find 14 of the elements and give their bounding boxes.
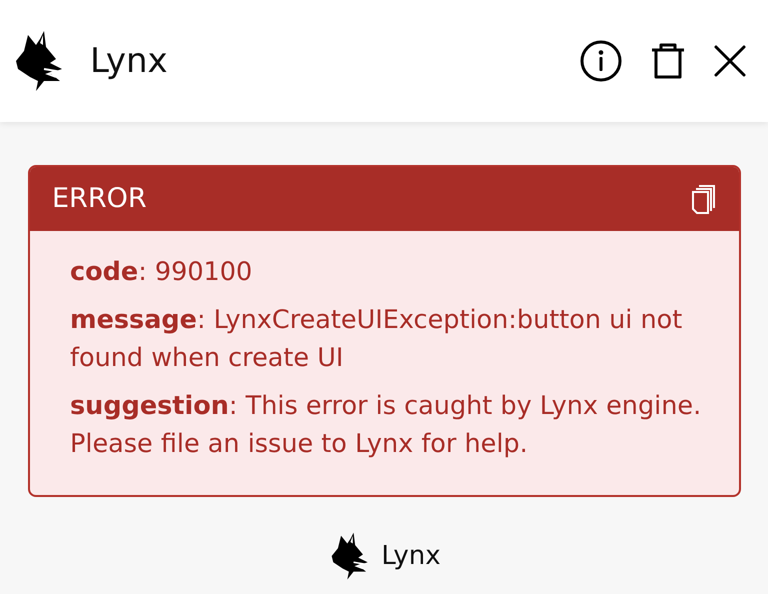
error-heading: ERROR <box>52 182 147 216</box>
error-detail: code: 990100 <box>70 256 254 289</box>
error-detail: message: LynxCreateUIException:button ui not found when create UI <box>70 304 684 375</box>
copy-button[interactable] <box>691 184 717 214</box>
delete-button[interactable] <box>650 41 686 81</box>
info-button[interactable] <box>580 40 622 82</box>
info-icon <box>580 40 622 82</box>
close-button[interactable] <box>714 45 746 77</box>
close-icon <box>714 45 746 77</box>
footer-brand: Lynx <box>381 540 441 572</box>
copy-icon <box>691 184 717 214</box>
app-title: Lynx <box>90 40 168 82</box>
trash-icon <box>650 41 686 81</box>
error-detail: suggestion: This error is caught by Lynx engine. Please file an issue to Lynx for help. <box>70 390 702 461</box>
